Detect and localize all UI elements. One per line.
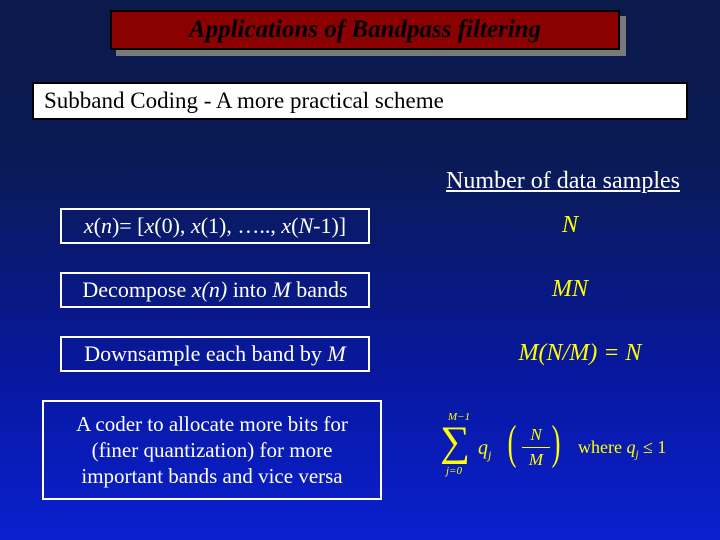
row2-value: MN <box>530 276 610 303</box>
row-coder: A coder to allocate more bits for (finer… <box>42 400 382 500</box>
paren-right-icon: ) <box>552 419 561 467</box>
where-clause: where qj ≤ 1 <box>578 437 666 461</box>
row3-label: Downsample each band by M <box>84 341 345 367</box>
row4-text: A coder to allocate more bits for (finer… <box>76 411 348 490</box>
sigma-lower: j=0 <box>446 465 462 477</box>
fraction: N M <box>522 425 550 470</box>
column-header: Number of data samples <box>446 168 680 195</box>
title-container: Applications of Bandpass filtering <box>110 10 620 50</box>
fraction-paren: ( N M ) <box>510 419 558 475</box>
paren-left-icon: ( <box>508 419 517 467</box>
row-decompose: Decompose x(n) into M bands <box>60 272 370 308</box>
row3-value: M(N/M) = N <box>480 340 680 367</box>
slide-title: Applications of Bandpass filtering <box>110 10 620 50</box>
term-qj: qj <box>478 437 491 463</box>
row-downsample: Downsample each band by M <box>60 336 370 372</box>
row1-value: N <box>540 212 600 239</box>
row2-label: Decompose x(n) into M bands <box>82 277 347 303</box>
slide-subtitle: Subband Coding - A more practical scheme <box>32 82 688 120</box>
row-signal-definition: x(n)= [x(0), x(1), ….., x(N-1)] <box>60 208 370 244</box>
row1-label: x(n)= [x(0), x(1), ….., x(N-1)] <box>84 213 346 239</box>
sigma-icon: ∑ <box>440 421 470 463</box>
formula: M−1 ∑ j=0 qj ( N M ) where qj ≤ 1 <box>440 415 710 485</box>
